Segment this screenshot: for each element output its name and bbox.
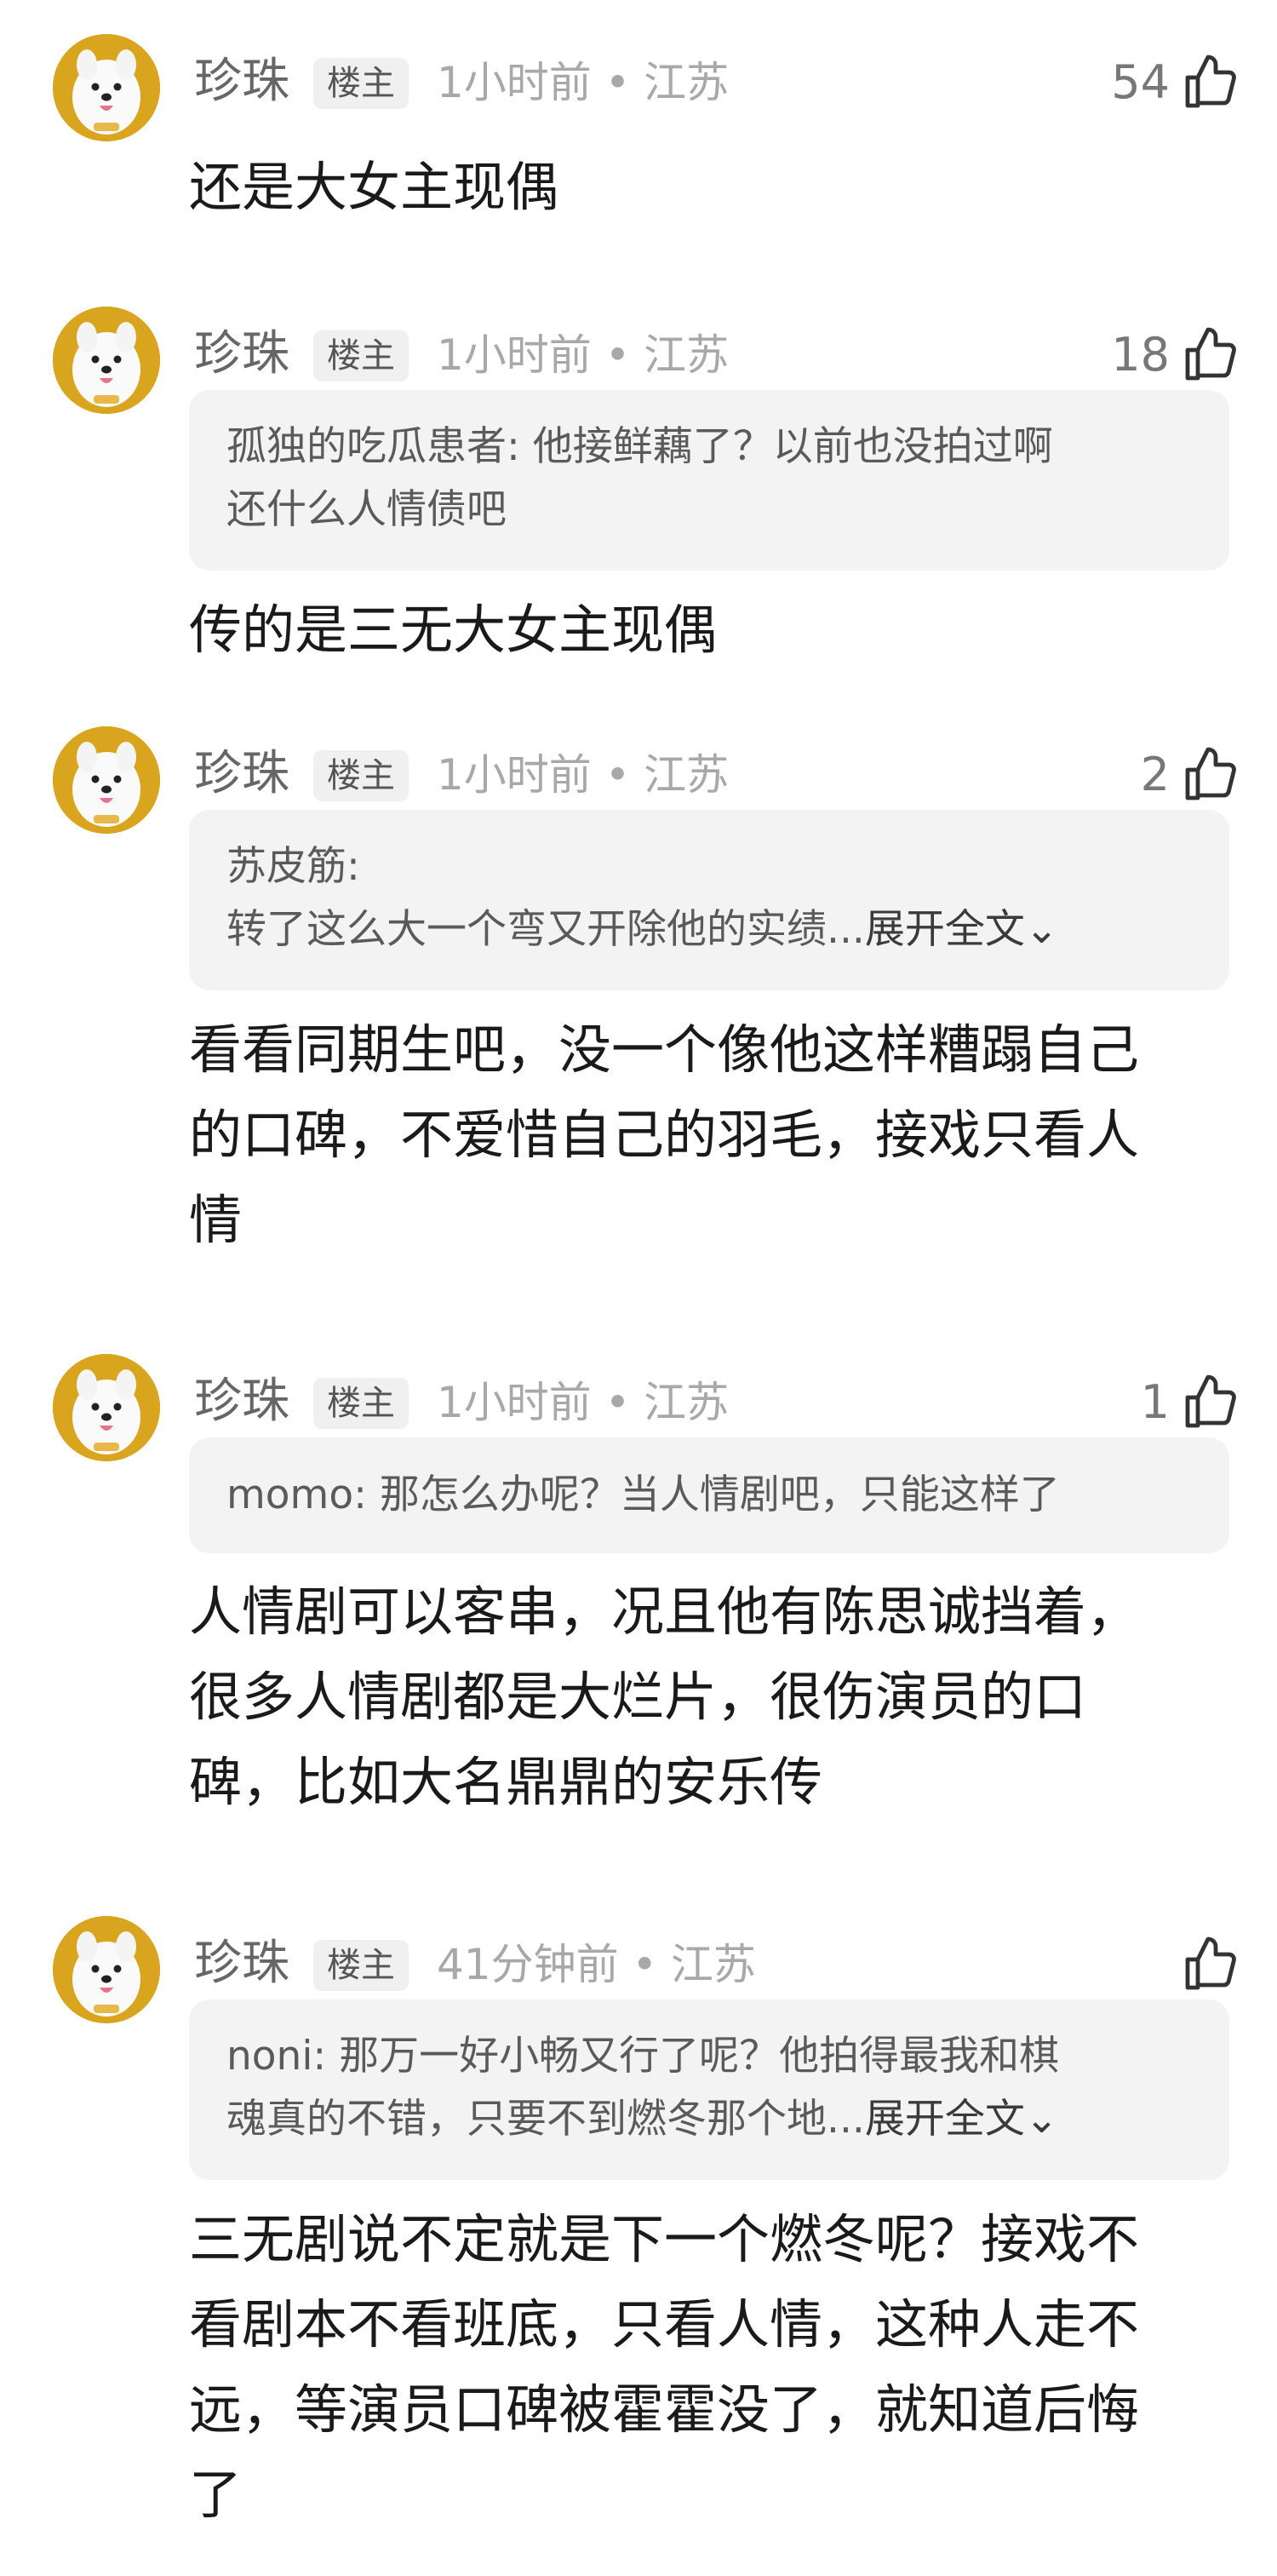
time-location: 41分钟前 • 江苏 bbox=[437, 1940, 756, 1989]
time-location: 1小时前 • 江苏 bbox=[437, 330, 730, 380]
quote-line: 孤独的吃瓜患者: 他接鲜藕了？以前也没拍过啊 bbox=[226, 423, 1053, 470]
comment-text-line: 还是大女主现偶 bbox=[189, 156, 559, 218]
comment-text-line: 了 bbox=[189, 2464, 243, 2526]
thumbs-up-icon[interactable] bbox=[1180, 1372, 1241, 1433]
time-location: 1小时前 • 江苏 bbox=[437, 750, 730, 800]
like-count: 1 bbox=[1140, 1375, 1170, 1429]
quote-line: 转了这么大一个弯又开除他的实绩... bbox=[226, 906, 865, 953]
avatar[interactable] bbox=[53, 1354, 160, 1461]
time-location: 1小时前 • 江苏 bbox=[437, 1378, 730, 1427]
quoted-reply[interactable]: 苏皮筋: 转了这么大一个弯又开除他的实绩...展开全文⌄ bbox=[189, 810, 1229, 990]
op-badge: 楼主 bbox=[313, 750, 409, 801]
comment-text-line: 看看同期生吧，没一个像他这样糟蹋自己 bbox=[189, 1018, 1140, 1081]
quote-line: 苏皮筋: bbox=[226, 843, 360, 890]
author-name[interactable]: 珍珠 bbox=[194, 743, 289, 805]
like-count: 18 bbox=[1111, 328, 1170, 382]
avatar[interactable] bbox=[53, 34, 160, 141]
op-badge: 楼主 bbox=[313, 58, 409, 109]
comment-text-line: 的口碑，不爱惜自己的羽毛，接戏只看人 bbox=[189, 1104, 1140, 1166]
comment-text-line: 情 bbox=[189, 1189, 243, 1251]
thumbs-up-icon[interactable] bbox=[1180, 1934, 1241, 1995]
comment-text-line: 人情剧可以客串，况且他有陈思诚挡着， bbox=[189, 1581, 1140, 1643]
quoted-reply[interactable]: 孤独的吃瓜患者: 他接鲜藕了？以前也没拍过啊 还什么人情债吧 bbox=[189, 390, 1229, 571]
avatar[interactable] bbox=[53, 1916, 160, 2023]
op-badge: 楼主 bbox=[313, 330, 409, 382]
like-button[interactable]: 18 bbox=[1111, 317, 1241, 393]
comment-text: 人情剧可以客串，况且他有陈思诚挡着， 很多人情剧都是大烂片，很伤演员的口 碑，比… bbox=[189, 1569, 1236, 1825]
quote-line: momo: 那怎么办呢？当人情剧吧，只能这样了 bbox=[226, 1472, 1060, 1518]
expand-full-text-link[interactable]: 展开全文⌄ bbox=[865, 2096, 1058, 2143]
avatar[interactable] bbox=[53, 726, 160, 834]
comment-text: 三无剧说不定就是下一个燃冬呢？接戏不 看剧本不看班底，只看人情，这种人走不 远，… bbox=[189, 2197, 1236, 2538]
comment-text-line: 看剧本不看班底，只看人情，这种人走不 bbox=[189, 2293, 1140, 2355]
author-name[interactable]: 珍珠 bbox=[194, 1371, 289, 1432]
comment-text-line: 传的是三无大女主现偶 bbox=[189, 599, 718, 661]
comment-text: 还是大女主现偶 bbox=[189, 145, 1236, 230]
quote-line: 魂真的不错，只要不到燃冬那个地... bbox=[226, 2096, 865, 2143]
comment-text-line: 很多人情剧都是大烂片，很伤演员的口 bbox=[189, 1666, 1087, 1728]
comment-text: 传的是三无大女主现偶 bbox=[189, 588, 1236, 673]
comment-text-line: 碑，比如大名鼎鼎的安乐传 bbox=[189, 1751, 823, 1813]
author-name[interactable]: 珍珠 bbox=[194, 51, 289, 112]
quote-line: noni: 那万一好小畅又行了呢？他拍得最我和棋 bbox=[226, 2033, 1060, 2080]
thumbs-up-icon[interactable] bbox=[1180, 324, 1241, 386]
quoted-reply[interactable]: momo: 那怎么办呢？当人情剧吧，只能这样了 bbox=[189, 1437, 1229, 1553]
quote-line: 还什么人情债吧 bbox=[226, 486, 507, 533]
op-badge: 楼主 bbox=[313, 1378, 409, 1429]
author-name[interactable]: 珍珠 bbox=[194, 324, 289, 385]
thumbs-up-icon[interactable] bbox=[1180, 52, 1241, 113]
like-button[interactable]: 1 bbox=[1141, 1364, 1241, 1441]
expand-full-text-link[interactable]: 展开全文⌄ bbox=[865, 906, 1058, 953]
comment-text: 看看同期生吧，没一个像他这样糟蹋自己 的口碑，不爱惜自己的羽毛，接戏只看人 情 bbox=[189, 1007, 1236, 1263]
time-location: 1小时前 • 江苏 bbox=[437, 58, 730, 107]
like-count: 54 bbox=[1111, 55, 1170, 109]
like-button[interactable]: 54 bbox=[1111, 44, 1241, 121]
quoted-reply[interactable]: noni: 那万一好小畅又行了呢？他拍得最我和棋 魂真的不错，只要不到燃冬那个地… bbox=[189, 1999, 1229, 2180]
op-badge: 楼主 bbox=[313, 1940, 409, 1991]
like-button[interactable] bbox=[1170, 1926, 1241, 2003]
avatar[interactable] bbox=[53, 307, 160, 414]
thumbs-up-icon[interactable] bbox=[1180, 744, 1241, 806]
like-count: 2 bbox=[1140, 748, 1170, 801]
like-button[interactable]: 2 bbox=[1141, 737, 1241, 813]
author-name[interactable]: 珍珠 bbox=[194, 1933, 289, 1994]
comment-text-line: 远，等演员口碑被霍霍没了，就知道后悔 bbox=[189, 2378, 1140, 2441]
comment-text-line: 三无剧说不定就是下一个燃冬呢？接戏不 bbox=[189, 2208, 1140, 2270]
